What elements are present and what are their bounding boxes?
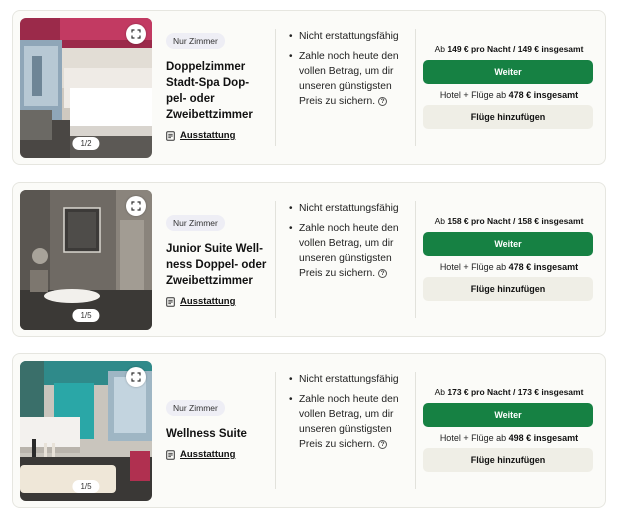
room-title: Doppelzimmer Stadt-Spa Dop- pel- oder Zw… xyxy=(166,59,274,123)
room-title-line: Zweibettzimmer xyxy=(166,109,253,121)
continue-button[interactable]: Weiter xyxy=(423,403,593,427)
document-icon xyxy=(166,449,175,460)
room-only-badge: Nur Zimmer xyxy=(166,33,225,49)
policy-non-refundable: Nicht erstattungsfähig xyxy=(289,29,411,44)
expand-icon xyxy=(131,29,141,39)
flight-price-value: 478 € insgesamt xyxy=(508,262,579,272)
info-icon[interactable]: ? xyxy=(378,97,388,106)
price-prefix: Ab xyxy=(434,44,445,54)
expand-photo-button[interactable] xyxy=(126,367,146,387)
room-title: Wellness Suite xyxy=(166,426,274,442)
divider xyxy=(415,372,416,489)
flight-price-value: 498 € insgesamt xyxy=(508,433,579,443)
policy-non-refundable: Nicht erstattungsfähig xyxy=(289,372,411,387)
continue-button[interactable]: Weiter xyxy=(423,60,593,84)
room-title-line: pel- oder xyxy=(166,93,215,105)
flight-prefix: Hotel + Flüge ab xyxy=(439,90,507,100)
room-photo-carousel[interactable]: 1/5 xyxy=(20,361,152,501)
policy-pay-now: Zahle noch heute den vollen Betrag, um d… xyxy=(289,392,411,452)
document-icon xyxy=(166,296,175,307)
continue-button[interactable]: Weiter xyxy=(423,232,593,256)
hotel-flights-price: Hotel + Flüge ab 478 € insgesamt xyxy=(423,262,595,272)
divider xyxy=(415,201,416,318)
price-per-night: Ab 158 € pro Nacht / 158 € insgesamt xyxy=(423,216,595,226)
info-icon[interactable]: ? xyxy=(378,440,388,449)
amenities-label[interactable]: Ausstattung xyxy=(180,296,235,307)
divider xyxy=(275,372,276,489)
room-title-line: Zweibettzimmer xyxy=(166,275,253,287)
add-flights-button[interactable]: Flüge hinzufügen xyxy=(423,105,593,129)
price-value: 173 € pro Nacht / 173 € insgesamt xyxy=(447,387,584,397)
room-title-line: ness Doppel- oder xyxy=(166,259,267,271)
price-prefix: Ab xyxy=(434,216,445,226)
amenities-label[interactable]: Ausstattung xyxy=(180,449,235,460)
price-per-night: Ab 173 € pro Nacht / 173 € insgesamt xyxy=(423,387,595,397)
price-value: 158 € pro Nacht / 158 € insgesamt xyxy=(447,216,584,226)
policy-pay-now: Zahle noch heute den vollen Betrag, um d… xyxy=(289,49,411,109)
room-offer-card: 1/2 Nur Zimmer Doppelzimmer Stadt-Spa Do… xyxy=(12,10,606,165)
price-value: 149 € pro Nacht / 149 € insgesamt xyxy=(447,44,584,54)
hotel-flights-price: Hotel + Flüge ab 498 € insgesamt xyxy=(423,433,595,443)
room-only-badge: Nur Zimmer xyxy=(166,400,225,416)
room-title-line: Stadt-Spa Dop- xyxy=(166,77,250,89)
divider xyxy=(275,201,276,318)
hotel-flights-price: Hotel + Flüge ab 478 € insgesamt xyxy=(423,90,595,100)
room-title-line: Wellness Suite xyxy=(166,428,247,440)
room-offer-card: 1/5 Nur Zimmer Junior Suite Well- ness D… xyxy=(12,182,606,337)
amenities-link[interactable]: Ausstattung xyxy=(166,449,274,460)
room-title-line: Junior Suite Well- xyxy=(166,243,263,255)
add-flights-button[interactable]: Flüge hinzufügen xyxy=(423,448,593,472)
flight-price-value: 478 € insgesamt xyxy=(508,90,579,100)
policy-pay-now: Zahle noch heute den vollen Betrag, um d… xyxy=(289,221,411,281)
room-title-line: Doppelzimmer xyxy=(166,61,246,73)
flight-prefix: Hotel + Flüge ab xyxy=(439,262,507,272)
room-photo-carousel[interactable]: 1/5 xyxy=(20,190,152,330)
policy-non-refundable: Nicht erstattungsfähig xyxy=(289,201,411,216)
photo-counter: 1/2 xyxy=(72,137,100,150)
photo-counter: 1/5 xyxy=(72,309,100,322)
amenities-label[interactable]: Ausstattung xyxy=(180,130,235,141)
add-flights-button[interactable]: Flüge hinzufügen xyxy=(423,277,593,301)
divider xyxy=(275,29,276,146)
photo-counter: 1/5 xyxy=(72,480,100,493)
divider xyxy=(415,29,416,146)
amenities-link[interactable]: Ausstattung xyxy=(166,130,274,141)
flight-prefix: Hotel + Flüge ab xyxy=(439,433,507,443)
price-prefix: Ab xyxy=(434,387,445,397)
info-icon[interactable]: ? xyxy=(378,269,388,278)
room-offer-card: 1/5 Nur Zimmer Wellness Suite Ausstattun… xyxy=(12,353,606,508)
room-title: Junior Suite Well- ness Doppel- oder Zwe… xyxy=(166,241,274,289)
expand-photo-button[interactable] xyxy=(126,24,146,44)
amenities-link[interactable]: Ausstattung xyxy=(166,296,274,307)
expand-photo-button[interactable] xyxy=(126,196,146,216)
expand-icon xyxy=(131,372,141,382)
room-photo-carousel[interactable]: 1/2 xyxy=(20,18,152,158)
room-only-badge: Nur Zimmer xyxy=(166,215,225,231)
expand-icon xyxy=(131,201,141,211)
price-per-night: Ab 149 € pro Nacht / 149 € insgesamt xyxy=(423,44,595,54)
document-icon xyxy=(166,130,175,141)
